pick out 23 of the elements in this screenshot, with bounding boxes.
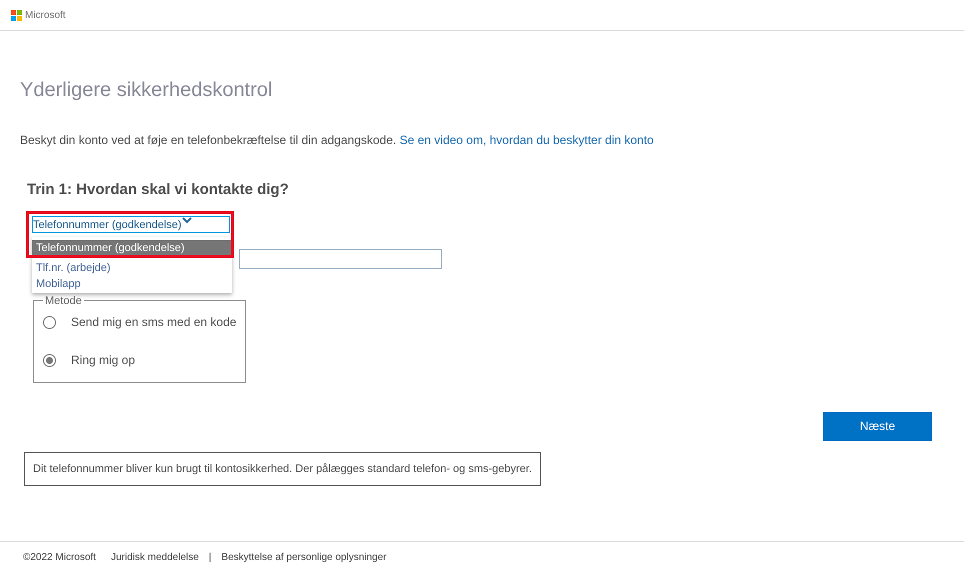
phone-field[interactable] xyxy=(239,248,442,268)
intro-text: Beskyt din konto ved at føje en telefonbekræftelse til din adgangskode. Se en video om, hvordan du beskytter din konto xyxy=(20,132,654,149)
radio-label: Ring mig op xyxy=(71,352,136,369)
video-link[interactable]: Se en video om, hvordan du beskytter din konto xyxy=(400,133,654,147)
dropdown-option[interactable]: Tlf.nr. (arbejde) xyxy=(32,260,232,276)
footer-link[interactable]: Beskyttelse af personlige oplysninger xyxy=(221,550,386,565)
contact-select[interactable]: Telefonnummer (godkendelse) xyxy=(32,216,230,232)
chevron-icon xyxy=(182,216,192,224)
copyright-text: ©2022 Microsoft xyxy=(23,551,96,565)
step-heading: Trin 1: Hvordan skal vi kontakte dig? xyxy=(27,180,289,200)
page-title: Yderligere sikkerhedskontrol xyxy=(20,78,272,103)
logo-icon xyxy=(11,10,22,20)
radio-button[interactable] xyxy=(43,354,56,366)
dropdown-option[interactable]: Mobilapp xyxy=(32,276,232,292)
radio-button[interactable] xyxy=(43,316,56,328)
method-legend: Metode xyxy=(43,292,84,309)
radio-label: Send mig en sms med en kode xyxy=(71,314,236,331)
dropdown-option[interactable]: Telefonnummer (godkendelse) xyxy=(32,240,232,256)
footer-link[interactable]: Juridisk meddelelse xyxy=(110,550,199,565)
footer-separator: | xyxy=(208,551,212,565)
brand-name: Microsoft xyxy=(25,8,66,22)
notice-box: Dit telefonnummer bliver kun brugt til kontosikkerhed. Der pålægges standard telefon- og sms-gebyrer. xyxy=(24,452,541,486)
next-button[interactable]: Næste xyxy=(823,412,932,440)
